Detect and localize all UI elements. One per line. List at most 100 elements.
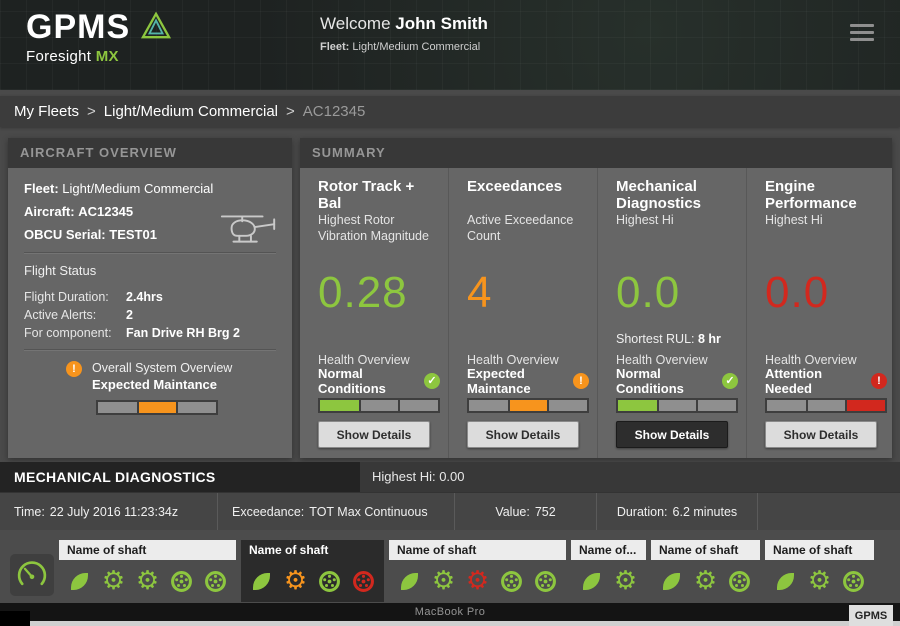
- user-name: John Smith: [395, 14, 488, 33]
- shaft-group[interactable]: Name of shaft ⚙ ⚙: [389, 540, 566, 602]
- flight-status-label: Flight Status: [24, 263, 276, 278]
- gear-icon[interactable]: ⚙: [807, 569, 832, 594]
- card-rul-spacer: [765, 332, 887, 354]
- divider: [24, 252, 276, 254]
- aircraft-row-label: Aircraft:: [24, 204, 75, 219]
- wheel-icon[interactable]: [351, 569, 376, 594]
- stat-value: 2.4hrs: [126, 290, 276, 304]
- info-label: Value:: [495, 505, 530, 519]
- wheel-icon[interactable]: [169, 569, 194, 594]
- card-subtitle: Highest Hi: [765, 212, 885, 260]
- show-details-button[interactable]: Show Details: [318, 421, 430, 448]
- health-status: Normal Conditions ✓: [318, 370, 440, 392]
- welcome-block: Welcome John Smith Fleet: Light/Medium C…: [320, 14, 488, 53]
- health-status: Attention Needed !: [765, 370, 887, 392]
- shaft-icon-row: ⚙: [765, 560, 874, 602]
- leaf-icon[interactable]: [67, 569, 92, 594]
- card-value: 0.0: [765, 260, 887, 331]
- gear-icon[interactable]: ⚙: [431, 569, 456, 594]
- fleet-row: Fleet: Light/Medium Commercial: [24, 180, 276, 197]
- shaft-icon-row: ⚙: [241, 560, 384, 602]
- gear-icon[interactable]: ⚙: [465, 569, 490, 594]
- info-value: TOT Max Continuous: [309, 505, 427, 519]
- wheel-icon[interactable]: [841, 569, 866, 594]
- gpms-logo[interactable]: GPMS Foresight MX: [26, 8, 172, 65]
- info-label: Time:: [14, 505, 45, 519]
- health-status-text: Normal Conditions: [318, 366, 417, 396]
- menu-icon[interactable]: [850, 24, 874, 45]
- info-time: Time: 22 July 2016 11:23:34z: [0, 493, 218, 530]
- health-status-bar: [765, 398, 887, 413]
- fleet-label: Fleet:: [320, 41, 349, 53]
- stat-for-component: For component: Fan Drive RH Brg 2: [24, 326, 276, 340]
- wheel-icon[interactable]: [203, 569, 228, 594]
- leaf-icon[interactable]: [773, 569, 798, 594]
- leaf-icon[interactable]: [659, 569, 684, 594]
- stat-label: For component:: [24, 326, 126, 340]
- shaft-icon-row: ⚙⚙: [59, 560, 236, 602]
- check-icon: ✓: [424, 373, 440, 389]
- leaf-icon[interactable]: [397, 569, 422, 594]
- show-details-button[interactable]: Show Details: [616, 421, 728, 448]
- obcu-row-value: TEST01: [109, 227, 157, 242]
- shaft-group[interactable]: Name of... ⚙: [571, 540, 646, 602]
- wheel-icon[interactable]: [499, 569, 524, 594]
- leaf-icon[interactable]: [249, 569, 274, 594]
- card-title: Rotor Track + Bal: [318, 178, 440, 212]
- mech-diag-title: MECHANICAL DIAGNOSTICS: [0, 462, 360, 492]
- logo-subtitle-accent: MX: [96, 48, 119, 65]
- card-rul: Shortest RUL: 8 hr: [616, 332, 738, 354]
- breadcrumb-aircraft: AC12345: [303, 103, 366, 120]
- shaft-icon-row: ⚙: [651, 560, 760, 602]
- wheel-icon[interactable]: [317, 569, 342, 594]
- info-value: 6.2 minutes: [673, 505, 738, 519]
- card-title: Mechanical Diagnostics: [616, 178, 738, 212]
- stat-label: Flight Duration:: [24, 290, 126, 304]
- gear-icon[interactable]: ⚙: [613, 569, 638, 594]
- show-details-button[interactable]: Show Details: [467, 421, 579, 448]
- summary-card-engine-performance: Engine Performance Highest Hi 0.0 Health…: [746, 168, 895, 458]
- show-details-button[interactable]: Show Details: [765, 421, 877, 448]
- logo-subtitle-text: Foresight: [26, 48, 91, 65]
- app-window: GPMS Foresight MX Welcome John Smith Fle…: [0, 0, 900, 626]
- breadcrumb-separator: >: [286, 103, 295, 120]
- shaft-group[interactable]: Name of shaft ⚙: [241, 540, 384, 602]
- mech-diag-highest: Highest Hi: 0.00: [360, 462, 900, 492]
- wheel-icon[interactable]: [727, 569, 752, 594]
- shaft-group-label: Name of...: [571, 540, 646, 560]
- shaft-group-label: Name of shaft: [389, 540, 566, 560]
- card-value: 4: [467, 260, 589, 332]
- shaft-group-label: Name of shaft: [241, 540, 384, 560]
- breadcrumb-my-fleets[interactable]: My Fleets: [14, 103, 79, 120]
- summary-panel: SUMMARY Rotor Track + Bal Highest Rotor …: [300, 138, 892, 458]
- fleet-value: Light/Medium Commercial: [352, 41, 480, 53]
- info-value-cell: Value: 752: [455, 493, 597, 530]
- breadcrumb-separator: >: [87, 103, 96, 120]
- shaft-group[interactable]: Name of shaft⚙⚙: [59, 540, 236, 602]
- leaf-icon[interactable]: [579, 569, 604, 594]
- gauge-icon[interactable]: [10, 554, 54, 596]
- wheel-icon[interactable]: [533, 569, 558, 594]
- gear-icon[interactable]: ⚙: [693, 569, 718, 594]
- shaft-strip: Name of shaft⚙⚙Name of shaft⚙Name of sha…: [0, 530, 900, 603]
- shaft-icon-row: ⚙: [571, 560, 646, 602]
- shaft-group[interactable]: Name of shaft ⚙: [651, 540, 760, 602]
- gear-icon[interactable]: ⚙: [283, 569, 308, 594]
- info-value: 752: [535, 505, 556, 519]
- health-status-bar: [467, 398, 589, 413]
- logo-text: GPMS: [26, 8, 130, 46]
- shaft-group[interactable]: Name of shaft⚙: [765, 540, 874, 602]
- info-label: Exceedance:: [232, 505, 304, 519]
- breadcrumb-fleet[interactable]: Light/Medium Commercial: [104, 103, 278, 120]
- info-duration: Duration: 6.2 minutes: [597, 493, 758, 530]
- mechanical-diagnostics-bar: MECHANICAL DIAGNOSTICS Highest Hi: 0.00: [0, 462, 900, 492]
- health-status-bar: [318, 398, 440, 413]
- gear-icon[interactable]: ⚙: [135, 569, 160, 594]
- summary-card-rotor-track: Rotor Track + Bal Highest Rotor Vibratio…: [300, 168, 448, 458]
- gear-icon[interactable]: ⚙: [101, 569, 126, 594]
- summary-card-mechanical-diagnostics: Mechanical Diagnostics Highest Hi 0.0 Sh…: [597, 168, 746, 458]
- info-label: Duration:: [617, 505, 668, 519]
- warning-icon: !: [573, 373, 589, 389]
- shaft-group-label: Name of shaft: [651, 540, 760, 560]
- card-subtitle: Active Exceedance Count: [467, 212, 587, 260]
